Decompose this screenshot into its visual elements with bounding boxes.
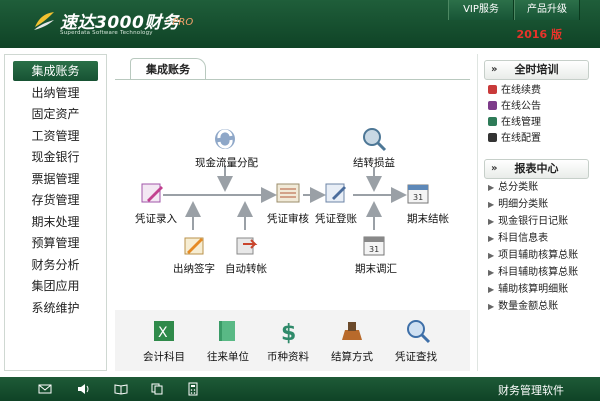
sidebar-item-ledger[interactable]: 集成账务 [13,61,98,81]
account-subjects-icon[interactable]: X [151,318,177,344]
auto-post-label[interactable]: 自动转帐 [225,261,267,276]
report-section-header[interactable]: » 报表中心 [484,159,589,179]
top-button-group: VIP服务 产品升级 [448,0,580,20]
voucher-audit-icon[interactable] [275,180,301,206]
voucher-search-icon[interactable] [405,318,431,344]
sidebar-item-cashier[interactable]: 出纳管理 [13,83,98,103]
brand-logo-icon [34,12,54,30]
period-close-label[interactable]: 期末结帐 [407,211,449,226]
manage-icon [488,117,497,126]
report-item[interactable]: ▶ 总分类账 [488,181,538,195]
sidebar-item-payroll[interactable]: 工资管理 [13,126,98,146]
report-item[interactable]: ▶ 辅助核算明细账 [488,283,568,297]
sidebar-item-inventory[interactable]: 存货管理 [13,190,98,210]
brand-edition: · PRO [166,17,194,28]
training-item-notice[interactable]: 在线公告 [488,100,541,114]
renew-icon [488,85,497,94]
sidebar-item-bills[interactable]: 票据管理 [13,169,98,189]
arrow-right-icon: ▶ [488,200,495,209]
config-icon [488,133,497,142]
svg-text:31: 31 [369,245,379,254]
double-chevron-icon: » [491,64,498,75]
currency-icon[interactable]: $ [275,318,301,344]
sidebar-item-fixed-assets[interactable]: 固定资产 [13,104,98,124]
arrow-right-icon: ▶ [488,268,495,277]
version-year: 2016 版 [516,28,562,41]
sidebar-item-cash-bank[interactable]: 现金银行 [13,147,98,167]
svg-text:31: 31 [413,193,423,202]
main-panel: 集成账务 现金流量分配 结转损益 凭证录入 凭证审核 凭证登账 31 期末结帐 … [115,54,470,371]
carry-profit-loss-label[interactable]: 结转损益 [353,155,395,170]
sidebar-item-period-end[interactable]: 期末处理 [13,212,98,232]
partners-icon[interactable] [215,318,241,344]
voucher-audit-label[interactable]: 凭证审核 [267,211,309,226]
period-close-icon[interactable]: 31 [405,180,431,206]
report-item[interactable]: ▶ 科目辅助核算总账 [488,266,578,280]
arrow-right-icon: ▶ [488,217,495,226]
sidebar-item-group[interactable]: 集团应用 [13,276,98,296]
training-item-renew[interactable]: 在线续费 [488,84,541,98]
arrow-right-icon: ▶ [488,234,495,243]
cash-flow-label[interactable]: 现金流量分配 [195,155,258,170]
workflow-diagram: 现金流量分配 结转损益 凭证录入 凭证审核 凭证登账 31 期末结帐 出纳签字 … [115,80,470,310]
account-subjects-label[interactable]: 会计科目 [143,349,185,364]
voucher-search-label[interactable]: 凭证查找 [395,349,437,364]
report-item[interactable]: ▶ 项目辅助核算总账 [488,249,578,263]
footer-bar: 财务管理软件 [0,377,600,401]
voucher-post-icon[interactable] [323,180,349,206]
carry-profit-loss-icon[interactable] [361,126,387,152]
settlement-label[interactable]: 结算方式 [331,349,373,364]
calculator-icon[interactable] [186,382,200,396]
settlement-icon[interactable] [339,318,365,344]
period-adjust-icon[interactable]: 31 [361,232,387,258]
svg-text:X: X [158,325,168,341]
voucher-entry-label[interactable]: 凭证录入 [135,211,177,226]
report-title: 报表中心 [514,162,559,175]
footer-product-name: 财务管理软件 [498,384,564,397]
mail-icon[interactable] [38,382,52,396]
header-bar: 速达3000财务 · PRO Superdata Software Techno… [0,0,600,48]
tool-shortcut-bar: X 会计科目 往来单位 $ 币种资料 结算方式 凭证查找 [115,310,470,371]
voucher-entry-icon[interactable] [139,180,165,206]
brand-subtitle: Superdata Software Technology [60,30,153,36]
period-adjust-label[interactable]: 期末调汇 [355,261,397,276]
training-section-header[interactable]: » 全时培训 [484,60,589,80]
double-chevron-icon: » [491,163,498,174]
arrow-right-icon: ▶ [488,302,495,311]
vip-service-button[interactable]: VIP服务 [448,0,514,20]
sidebar-item-system[interactable]: 系统维护 [13,298,98,318]
svg-text:$: $ [281,321,296,344]
product-upgrade-button[interactable]: 产品升级 [514,0,580,20]
report-item[interactable]: ▶ 科目信息表 [488,232,548,246]
sidebar-item-analysis[interactable]: 财务分析 [13,255,98,275]
report-item[interactable]: ▶ 数量金额总账 [488,300,558,314]
report-item[interactable]: ▶ 明细分类账 [488,198,548,212]
training-item-manage[interactable]: 在线管理 [488,116,541,130]
right-panel: » 全时培训 在线续费 在线公告 在线管理 在线配置 » 报表中心 ▶ 总分类账 … [477,54,596,371]
speaker-icon[interactable] [76,382,90,396]
arrow-right-icon: ▶ [488,251,495,260]
cashier-sign-icon[interactable] [181,232,207,258]
arrow-right-icon: ▶ [488,285,495,294]
notice-icon [488,101,497,110]
training-title: 全时培训 [514,63,559,76]
tab-integrated-ledger[interactable]: 集成账务 [130,58,206,80]
cashier-sign-label[interactable]: 出纳签字 [173,261,215,276]
cash-flow-icon[interactable] [212,126,238,152]
report-item[interactable]: ▶ 现金银行日记账 [488,215,568,229]
voucher-post-label[interactable]: 凭证登账 [315,211,357,226]
module-sidebar: 集成账务 出纳管理 固定资产 工资管理 现金银行 票据管理 存货管理 期末处理 … [4,54,107,371]
book-icon[interactable] [114,382,128,396]
auto-post-icon[interactable] [233,232,259,258]
currency-label[interactable]: 币种资料 [267,349,309,364]
partners-label[interactable]: 往来单位 [207,349,249,364]
copy-icon[interactable] [150,382,164,396]
sidebar-item-budget[interactable]: 预算管理 [13,233,98,253]
arrow-right-icon: ▶ [488,183,495,192]
training-item-config[interactable]: 在线配置 [488,132,541,146]
